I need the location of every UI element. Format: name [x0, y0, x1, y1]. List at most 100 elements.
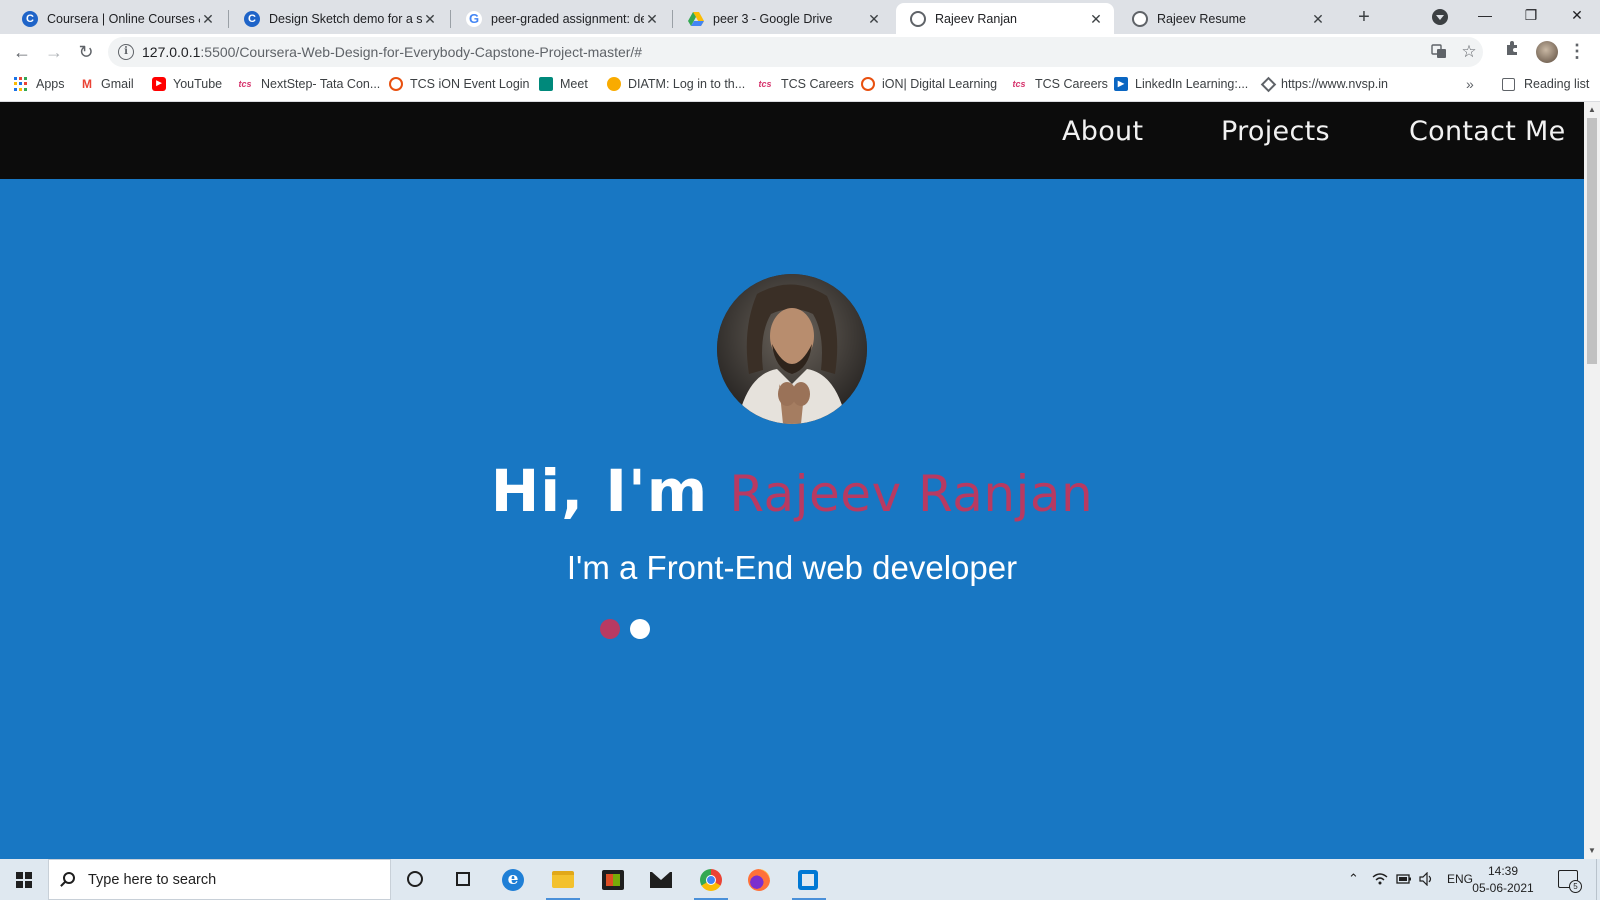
show-desktop-button[interactable]	[1596, 859, 1600, 900]
reload-icon[interactable]: ↻	[74, 40, 98, 64]
tab-title: peer 3 - Google Drive	[713, 11, 833, 26]
tab-design-sketch[interactable]: C Design Sketch demo for a site ✕	[230, 3, 448, 34]
bookmark-label: LinkedIn Learning:...	[1135, 77, 1249, 91]
tcs-icon: tcs	[1012, 79, 1026, 89]
bookmark-tcs-ion-event[interactable]: TCS iON Event Login	[389, 77, 530, 91]
search-placeholder: Type here to search	[88, 872, 217, 888]
nav-link-about[interactable]: About	[1062, 116, 1143, 147]
tab-separator	[672, 10, 673, 28]
bookmarks-bar: Apps M Gmail ▶ YouTube tcs NextStep- Tat…	[0, 70, 1600, 102]
close-icon[interactable]: ✕	[1088, 11, 1104, 27]
carousel-dot-active[interactable]	[600, 619, 620, 639]
greeting-text: Hi, I'm	[490, 457, 730, 525]
page-scrollbar[interactable]: ▲ ▼	[1584, 102, 1600, 859]
taskbar-vscode[interactable]	[786, 859, 832, 900]
reading-list-button[interactable]: Reading list	[1502, 77, 1589, 91]
cortana-button[interactable]	[392, 859, 438, 900]
tab-title: Coursera | Online Courses & Credentials …	[47, 11, 200, 26]
file-explorer-icon	[552, 871, 574, 888]
bookmark-tcs-careers-2[interactable]: tcs TCS Careers	[1010, 77, 1108, 91]
bookmark-tcs-careers[interactable]: tcs TCS Careers	[756, 77, 853, 91]
restore-button[interactable]: ❐	[1508, 0, 1554, 32]
more-bookmarks-chevron-icon[interactable]: »	[1466, 76, 1474, 92]
scrollbar-thumb[interactable]	[1587, 118, 1597, 364]
carousel-dot[interactable]	[630, 619, 650, 639]
taskbar-store[interactable]	[590, 859, 636, 900]
tab-separator	[450, 10, 451, 28]
taskbar-file-explorer[interactable]	[540, 859, 586, 900]
profile-avatar[interactable]	[1536, 41, 1558, 63]
tab-title: Rajeev Ranjan	[935, 11, 1017, 26]
close-icon[interactable]: ✕	[1310, 11, 1326, 27]
tab-rajeev-resume[interactable]: Rajeev Resume ✕	[1118, 3, 1336, 34]
tab-google-drive[interactable]: peer 3 - Google Drive ✕	[674, 3, 892, 34]
bookmark-label: DIATM: Log in to th...	[628, 77, 746, 91]
apps-grid-icon	[14, 77, 28, 91]
battery-icon[interactable]	[1396, 872, 1411, 886]
bookmark-diatm[interactable]: DIATM: Log in to th...	[607, 77, 745, 91]
volume-icon[interactable]	[1419, 871, 1434, 887]
bookmark-ion-digital-learning[interactable]: iON| Digital Learning	[861, 77, 997, 91]
site-navbar: About Projects Contact Me	[0, 102, 1584, 179]
address-bar[interactable]: i 127.0.0.1:5500/Coursera-Web-Design-for…	[108, 37, 1483, 67]
hero-greeting: Hi, I'm Rajeev Ranjan	[0, 457, 1584, 525]
bookmark-nvsp[interactable]: https://www.nvsp.in	[1260, 76, 1388, 92]
taskbar-edge[interactable]: e	[490, 859, 536, 900]
gmail-icon: M	[82, 77, 92, 91]
close-icon[interactable]: ✕	[644, 11, 660, 27]
minimize-button[interactable]: —	[1462, 0, 1508, 32]
tab-rajeev-ranjan[interactable]: Rajeev Ranjan ✕	[896, 3, 1114, 34]
action-center-button[interactable]: 5	[1558, 870, 1582, 893]
nav-link-projects[interactable]: Projects	[1221, 116, 1330, 147]
bookmark-label: NextStep- Tata Con...	[261, 77, 381, 91]
bookmark-nextstep[interactable]: tcs NextStep- Tata Con...	[236, 77, 380, 91]
coursera-icon: C	[244, 10, 260, 27]
menu-kebab-icon[interactable]: ⋮	[1568, 40, 1586, 64]
tab-search-icon[interactable]	[1432, 9, 1448, 25]
tab-title: Rajeev Resume	[1157, 11, 1246, 26]
bookmark-label: YouTube	[173, 77, 223, 91]
tab-coursera[interactable]: C Coursera | Online Courses & Credential…	[8, 3, 226, 34]
tcs-icon: tcs	[238, 79, 252, 89]
forward-arrow-icon[interactable]: →	[42, 40, 66, 64]
new-tab-button[interactable]: +	[1352, 6, 1376, 30]
taskbar-firefox[interactable]	[736, 859, 782, 900]
nav-link-contact[interactable]: Contact Me	[1409, 116, 1566, 147]
google-icon: G	[466, 10, 482, 27]
bookmark-youtube[interactable]: ▶ YouTube	[152, 77, 222, 91]
bookmark-linkedin-learning[interactable]: ▶ LinkedIn Learning:...	[1114, 77, 1248, 91]
translate-icon[interactable]	[1430, 43, 1448, 61]
show-hidden-icons-chevron-icon[interactable]: ⌃	[1348, 871, 1359, 887]
close-icon[interactable]: ✕	[866, 11, 882, 27]
scroll-up-arrow-icon[interactable]: ▲	[1584, 102, 1600, 118]
bookmark-apps[interactable]: Apps	[14, 77, 65, 91]
cortana-icon	[407, 871, 423, 887]
bookmark-label: TCS iON Event Login	[410, 77, 530, 91]
taskbar-mail[interactable]	[638, 859, 684, 900]
system-clock[interactable]: 14:39 05-06-2021	[1468, 863, 1538, 897]
bookmark-meet[interactable]: Meet	[539, 77, 588, 91]
wifi-icon[interactable]	[1372, 872, 1388, 886]
close-icon[interactable]: ✕	[422, 11, 438, 27]
clock-time: 14:39	[1487, 864, 1519, 878]
url-text[interactable]: 127.0.0.1:5500/Coursera-Web-Design-for-E…	[142, 44, 642, 60]
store-icon	[602, 870, 624, 890]
bookmark-gmail[interactable]: M Gmail	[80, 77, 134, 91]
bookmark-label: TCS Careers	[1035, 77, 1108, 91]
taskbar-search-box[interactable]: Type here to search	[48, 859, 391, 900]
nvsp-icon	[1260, 76, 1277, 92]
close-icon[interactable]: ✕	[200, 11, 216, 27]
site-info-icon[interactable]: i	[118, 44, 134, 60]
taskbar-chrome[interactable]	[688, 859, 734, 900]
start-button[interactable]	[0, 859, 48, 900]
bookmark-star-icon[interactable]: ☆	[1460, 43, 1478, 61]
windows-logo-icon	[16, 872, 32, 888]
tab-peer-graded[interactable]: G peer-graded assignment: design ✕	[452, 3, 670, 34]
hero-tagline: I'm a Front-End web developer	[566, 549, 1018, 586]
back-arrow-icon[interactable]: ←	[10, 40, 34, 64]
extensions-puzzle-icon[interactable]	[1503, 40, 1521, 58]
task-view-button[interactable]	[440, 859, 486, 900]
bookmark-label: Gmail	[101, 77, 134, 91]
scroll-down-arrow-icon[interactable]: ▼	[1584, 843, 1600, 859]
close-window-button[interactable]: ✕	[1554, 0, 1600, 32]
